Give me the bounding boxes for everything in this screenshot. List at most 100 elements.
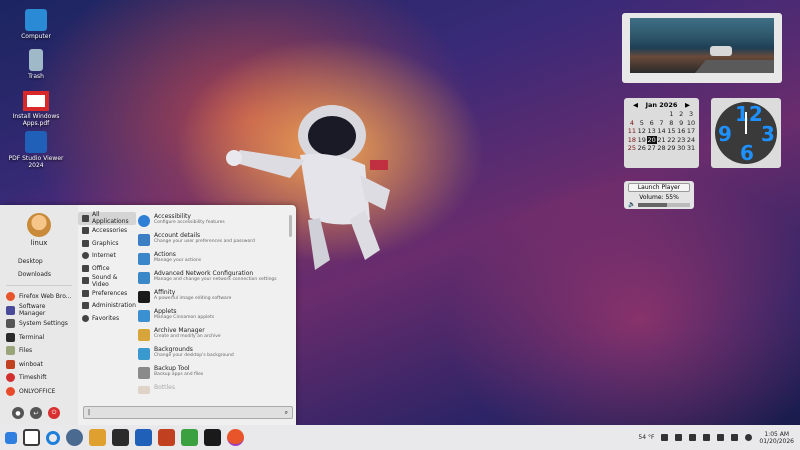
- calendar-day[interactable]: 22: [666, 136, 676, 145]
- favorite-files[interactable]: Files: [0, 344, 78, 358]
- category-office[interactable]: Office: [78, 262, 136, 275]
- favorite-timeshift[interactable]: Timeshift: [0, 371, 78, 385]
- favorite-software-manager[interactable]: Software Manager: [0, 303, 78, 317]
- calendar-day[interactable]: 3: [686, 110, 696, 119]
- volume-icon[interactable]: [703, 434, 711, 441]
- desktop-icon-trash[interactable]: Trash: [6, 49, 66, 80]
- terminal-icon[interactable]: [112, 429, 129, 446]
- calendar-prev-icon[interactable]: ◀: [633, 101, 638, 109]
- winboat-icon[interactable]: [158, 429, 175, 446]
- firefox-icon[interactable]: [227, 429, 244, 446]
- calendar-day[interactable]: 29: [666, 144, 676, 153]
- power-button[interactable]: ⏻: [48, 407, 60, 419]
- calendar-day[interactable]: 27: [647, 144, 657, 153]
- calendar-day[interactable]: 25: [627, 144, 637, 153]
- calendar-day[interactable]: 21: [657, 136, 667, 145]
- calendar-day[interactable]: 5: [637, 119, 647, 128]
- app-accessibility[interactable]: Accessibility Configure accessibility fea…: [136, 212, 296, 231]
- calendar-day[interactable]: 2: [676, 110, 686, 119]
- category-administration[interactable]: Administration: [78, 300, 136, 313]
- app-backup-tool[interactable]: Backup Tool Backup apps and files: [136, 364, 296, 383]
- account-icon: [138, 234, 150, 246]
- category-graphics[interactable]: Graphics: [78, 237, 136, 250]
- bottles-icon: [138, 386, 150, 394]
- calendar-day[interactable]: 18: [627, 136, 637, 145]
- calendar-day[interactable]: 19: [637, 136, 647, 145]
- category-favorites[interactable]: Favorites: [78, 312, 136, 325]
- place-downloads[interactable]: Downloads: [0, 268, 78, 281]
- calendar-day[interactable]: 6: [647, 119, 657, 128]
- desktop-icon-pdf-studio[interactable]: PDF Studio Viewer 2024: [6, 131, 66, 169]
- weather-text[interactable]: 54 °F: [638, 434, 654, 441]
- calendar-day[interactable]: 20: [646, 135, 657, 144]
- category-internet[interactable]: Internet: [78, 250, 136, 263]
- calendar-day[interactable]: 31: [686, 144, 696, 153]
- calendar-day[interactable]: 8: [666, 119, 676, 128]
- calendar-day[interactable]: 23: [676, 136, 686, 145]
- brightness-icon[interactable]: [745, 434, 753, 441]
- favorite-winboat[interactable]: winboat: [0, 358, 78, 372]
- show-desktop-icon[interactable]: [23, 429, 40, 446]
- calendar-day[interactable]: 17: [686, 127, 696, 136]
- calendar-day[interactable]: 11: [627, 127, 637, 136]
- app-faded-next[interactable]: Bottles: [136, 383, 296, 394]
- desktop-icon-pdf-file[interactable]: Install Windows Apps.pdf: [6, 91, 66, 127]
- files-icon[interactable]: [89, 429, 106, 446]
- calendar-day[interactable]: 24: [686, 136, 696, 145]
- search-icon[interactable]: [46, 430, 60, 445]
- graphics-icon: [82, 239, 89, 247]
- calendar-day[interactable]: 9: [676, 119, 686, 128]
- grid-icon: [82, 214, 89, 222]
- affinity-icon[interactable]: [204, 429, 221, 446]
- app-affinity[interactable]: Affinity A powerful image editing softwar…: [136, 288, 296, 307]
- category-preferences[interactable]: Preferences: [78, 287, 136, 300]
- volume-slider[interactable]: [638, 202, 690, 207]
- app-account-details[interactable]: Account details Change your user preferen…: [136, 231, 296, 250]
- category-accessories[interactable]: Accessories: [78, 225, 136, 238]
- calendar-day[interactable]: 26: [637, 144, 647, 153]
- layers-icon[interactable]: [181, 429, 198, 446]
- network-icon[interactable]: [717, 434, 725, 441]
- app-actions[interactable]: Actions Manage your actions: [136, 250, 296, 269]
- printer-icon[interactable]: [689, 434, 697, 441]
- menu-search-input[interactable]: | ⌕: [83, 406, 293, 419]
- start-button[interactable]: [5, 431, 17, 444]
- app-archive-manager[interactable]: Archive Manager Create and modify an arch…: [136, 326, 296, 345]
- calendar-day[interactable]: 15: [666, 127, 676, 136]
- favorite-firefox[interactable]: Firefox Web Bro...: [0, 290, 78, 304]
- app-applets[interactable]: Applets Manage Cinnamon applets: [136, 307, 296, 326]
- applets-icon: [138, 310, 150, 322]
- calendar-day[interactable]: 12: [637, 127, 647, 136]
- calendar-day[interactable]: 7: [657, 119, 667, 128]
- calendar-day[interactable]: 4: [627, 119, 637, 128]
- bluetooth-icon[interactable]: [661, 434, 669, 441]
- favorite-terminal[interactable]: Terminal: [0, 331, 78, 345]
- favorite-onlyoffice[interactable]: ONLYOFFICE: [0, 385, 78, 399]
- app-list-scrollbar[interactable]: [289, 215, 292, 237]
- place-desktop[interactable]: Desktop: [0, 255, 78, 268]
- launch-player-button[interactable]: Launch Player: [628, 183, 690, 192]
- logout-button[interactable]: ↩: [30, 407, 42, 419]
- calendar-day[interactable]: 1: [666, 110, 676, 119]
- calendar-next-icon[interactable]: ▶: [685, 101, 690, 109]
- avatar[interactable]: [27, 213, 51, 237]
- desktop-icon-computer[interactable]: Computer: [6, 9, 66, 40]
- app-backgrounds[interactable]: Backgrounds Change your desktop's backgro…: [136, 345, 296, 364]
- calendar-day[interactable]: 14: [657, 127, 667, 136]
- calendar-day[interactable]: 10: [686, 119, 696, 128]
- pdf-studio-icon[interactable]: [135, 429, 152, 446]
- calendar-day[interactable]: 16: [676, 127, 686, 136]
- calendar-day[interactable]: 13: [647, 127, 657, 136]
- settings-icon[interactable]: [66, 429, 83, 446]
- shield-icon[interactable]: [675, 434, 683, 441]
- clipboard-icon[interactable]: [731, 434, 739, 441]
- taskbar-clock[interactable]: 1:05 AM 01/20/2026: [759, 431, 794, 445]
- lock-button[interactable]: ●: [12, 407, 24, 419]
- category-sound-video[interactable]: Sound & Video: [78, 274, 136, 288]
- app-advanced-network-configuration[interactable]: Advanced Network Configuration Manage and…: [136, 269, 296, 288]
- affinity-icon: [138, 291, 150, 303]
- calendar-day[interactable]: 30: [676, 144, 686, 153]
- category-all-applications[interactable]: All Applications: [78, 211, 136, 225]
- favorite-system-settings[interactable]: System Settings: [0, 317, 78, 331]
- calendar-day[interactable]: 28: [657, 144, 667, 153]
